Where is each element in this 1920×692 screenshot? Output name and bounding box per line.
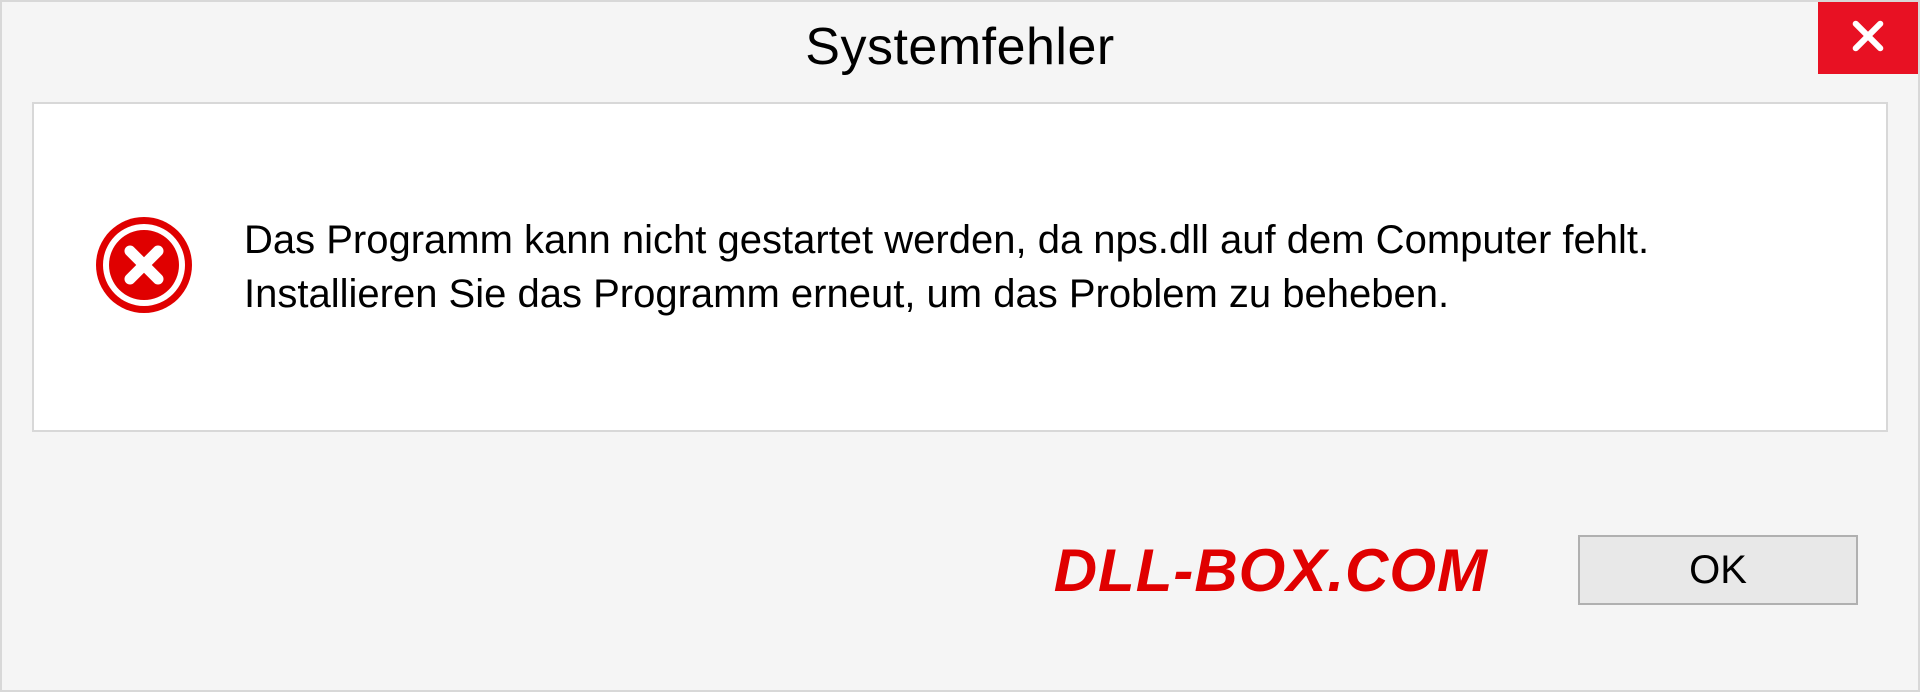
ok-button-label: OK bbox=[1689, 548, 1747, 593]
ok-button[interactable]: OK bbox=[1578, 535, 1858, 605]
watermark-text: DLL-BOX.COM bbox=[1054, 536, 1488, 605]
error-message: Das Programm kann nicht gestartet werden… bbox=[244, 213, 1744, 321]
content-panel: Das Programm kann nicht gestartet werden… bbox=[32, 102, 1888, 432]
footer-bar: DLL-BOX.COM OK bbox=[2, 480, 1918, 690]
close-button[interactable] bbox=[1818, 2, 1918, 74]
close-icon bbox=[1847, 15, 1889, 62]
error-icon bbox=[94, 215, 194, 320]
error-dialog: Systemfehler Das Programm kann nicht ges… bbox=[0, 0, 1920, 692]
dialog-title: Systemfehler bbox=[805, 17, 1114, 77]
title-bar: Systemfehler bbox=[2, 2, 1918, 92]
